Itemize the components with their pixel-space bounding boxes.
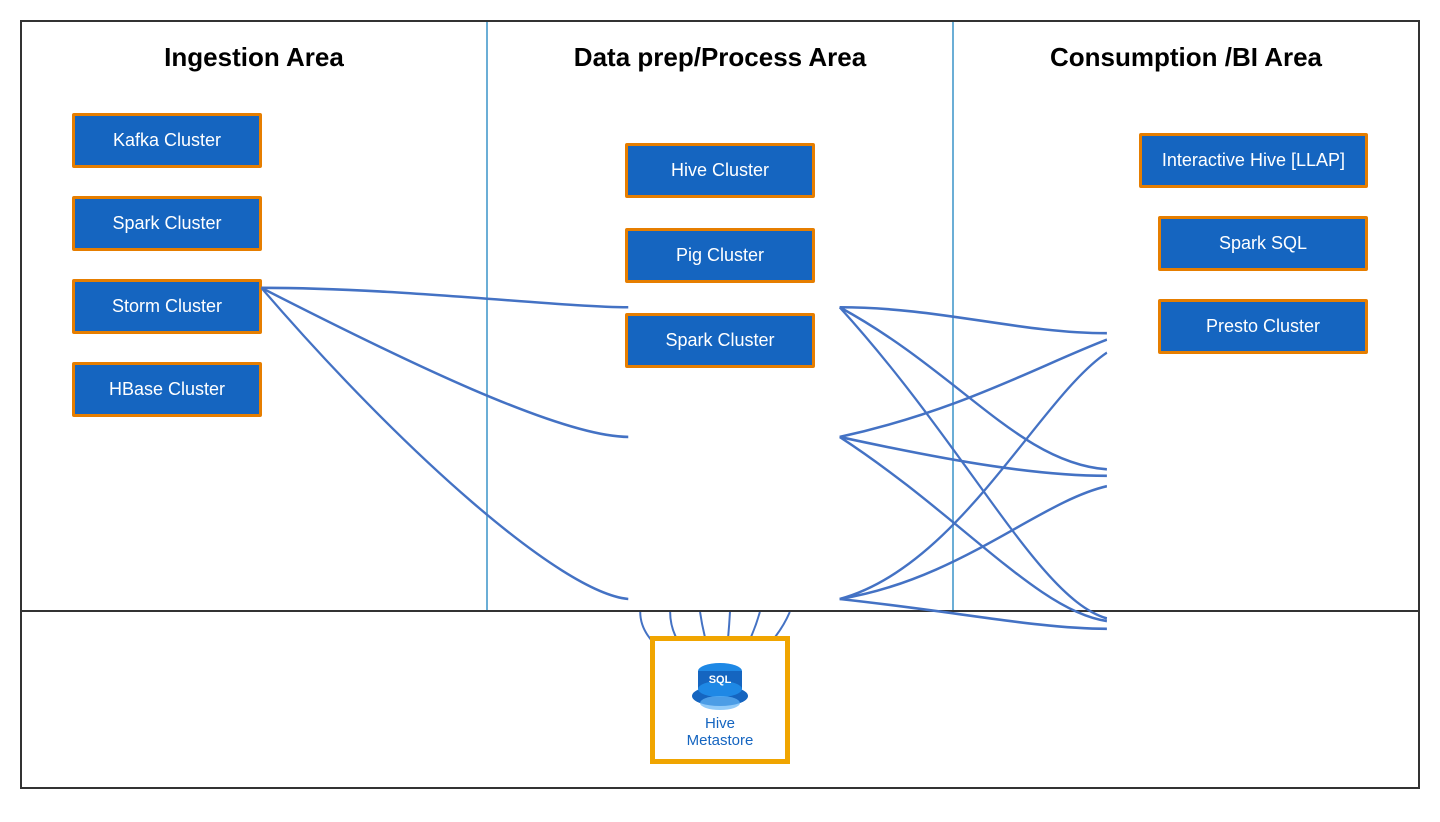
process-spark-cluster-box: Spark Cluster [625, 313, 815, 368]
consumption-boxes: Interactive Hive [LLAP] Spark SQL Presto… [974, 103, 1398, 354]
ingestion-title: Ingestion Area [42, 42, 466, 73]
ingestion-spark-cluster-box: Spark Cluster [72, 196, 262, 251]
kafka-cluster-box: Kafka Cluster [72, 113, 262, 168]
ingestion-column: Ingestion Area Kafka Cluster Spark Clust… [22, 22, 488, 610]
spark-sql-box: Spark SQL [1158, 216, 1368, 271]
storm-cluster-box: Storm Cluster [72, 279, 262, 334]
process-title: Data prep/Process Area [508, 42, 932, 73]
metastore-label: Hive Metastore [671, 715, 769, 749]
svg-text:SQL: SQL [709, 674, 732, 686]
hive-cluster-box: Hive Cluster [625, 143, 815, 198]
pig-cluster-box: Pig Cluster [625, 228, 815, 283]
bottom-section: SQL Hive Metastore [22, 612, 1418, 787]
hbase-cluster-box: HBase Cluster [72, 362, 262, 417]
consumption-title: Consumption /BI Area [974, 42, 1398, 73]
ingestion-boxes: Kafka Cluster Spark Cluster Storm Cluste… [42, 103, 466, 417]
process-boxes: Hive Cluster Pig Cluster Spark Cluster [508, 103, 932, 368]
main-container: Ingestion Area Kafka Cluster Spark Clust… [20, 20, 1420, 789]
process-column: Data prep/Process Area Hive Cluster Pig … [488, 22, 954, 610]
hive-metastore-icon: SQL [685, 651, 755, 711]
hive-metastore-box: SQL Hive Metastore [650, 636, 790, 764]
top-section: Ingestion Area Kafka Cluster Spark Clust… [22, 22, 1418, 612]
interactive-hive-box: Interactive Hive [LLAP] [1139, 133, 1368, 188]
consumption-column: Consumption /BI Area Interactive Hive [L… [954, 22, 1418, 610]
presto-cluster-box: Presto Cluster [1158, 299, 1368, 354]
